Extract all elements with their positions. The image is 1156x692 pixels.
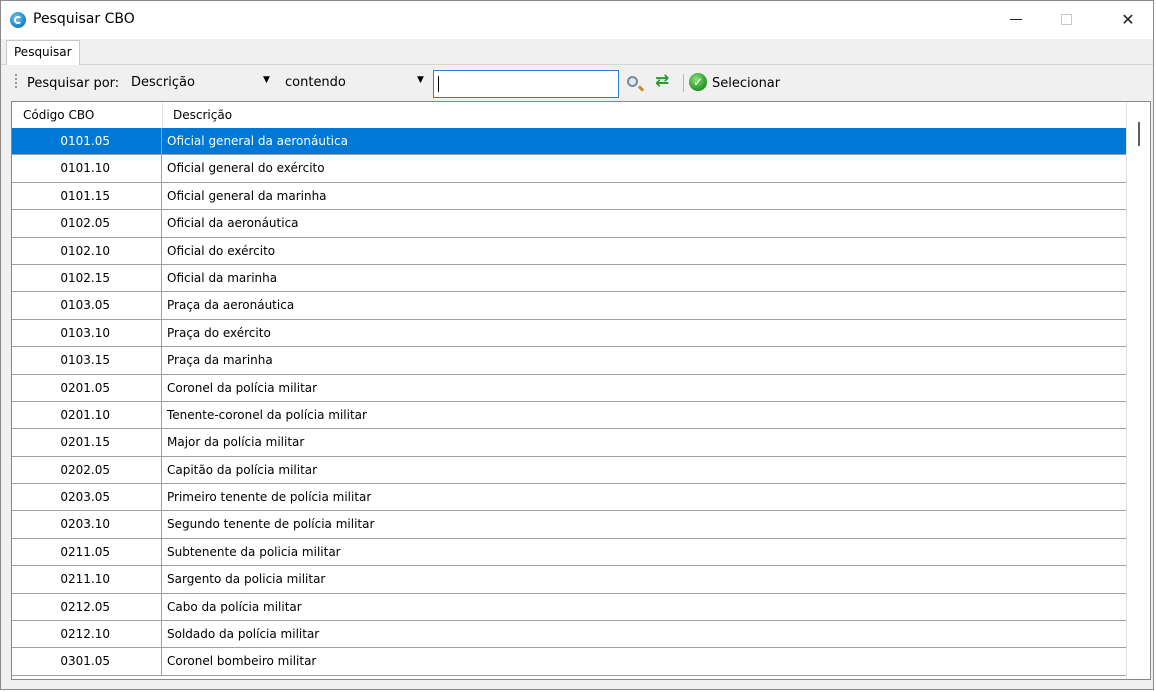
refresh-icon[interactable]: ⇄ (655, 73, 669, 90)
scrollbar-thumb[interactable] (1138, 122, 1140, 146)
table-row[interactable]: 0102.15 Oficial da marinha (12, 264, 1126, 293)
description-cell: Oficial general da marinha (167, 188, 327, 203)
chevron-down-icon: ▼ (417, 75, 424, 85)
description-cell: Oficial da marinha (167, 270, 278, 285)
table-row[interactable]: 0102.10 Oficial do exército (12, 237, 1126, 265)
description-cell: Soldado da polícia militar (167, 627, 320, 642)
table-row[interactable]: 0211.05 Subtenente da policia militar (12, 538, 1126, 567)
table-row[interactable]: 0102.05 Oficial da aeronáutica (12, 210, 1126, 238)
table-row[interactable]: 0301.05 Coronel bombeiro militar (12, 648, 1126, 676)
search-field-value: Descrição (131, 75, 195, 90)
table-row[interactable]: 0103.10 Praça do exército (12, 319, 1126, 348)
cbo-code-cell: 0201.10 (12, 401, 162, 429)
cbo-code-cell: 0202.05 (12, 456, 162, 484)
table-row[interactable]: 0101.05 Oficial general da aeronáutica (12, 128, 1126, 156)
table-row[interactable]: 0201.15 Major da polícia militar (12, 429, 1126, 457)
cbo-code-cell: 0211.05 (12, 538, 162, 566)
description-cell: Subtenente da policia militar (167, 544, 341, 559)
description-cell: Praça da aeronáutica (167, 298, 295, 313)
description-cell: Tenente-coronel da polícia militar (167, 407, 367, 422)
cbo-code-cell: 0212.05 (12, 593, 162, 621)
description-cell: Sargento da policia militar (167, 572, 326, 587)
cbo-code-cell: 0103.10 (12, 319, 162, 347)
description-cell: Major da polícia militar (167, 435, 305, 450)
maximize-button[interactable] (1043, 1, 1089, 39)
cbo-results-grid[interactable]: Código CBO Descrição 0101.05 Oficial gene… (11, 101, 1151, 680)
description-cell: Oficial da aeronáutica (167, 216, 299, 231)
cbo-code-cell: 0211.10 (12, 566, 162, 593)
minimize-icon (1010, 19, 1022, 20)
cbo-code-cell: 0203.05 (12, 484, 162, 511)
cbo-code-cell: 0301.05 (12, 648, 162, 675)
table-row[interactable]: 0103.05 Praça da aeronáutica (12, 292, 1126, 320)
search-field-dropdown[interactable]: Descrição ▼ (127, 73, 277, 94)
search-mode-value: contendo (285, 75, 346, 90)
cbo-code-cell: 0101.05 (12, 128, 162, 155)
search-input[interactable] (433, 70, 619, 98)
table-row[interactable]: 0203.10 Segundo tenente de polícia milita… (12, 511, 1126, 539)
table-row[interactable]: 0101.15 Oficial general da marinha (12, 182, 1126, 211)
cbo-code-cell: 0101.15 (12, 182, 162, 210)
text-caret (438, 76, 439, 92)
table-row[interactable]: 0201.10 Tenente-coronel da polícia milita… (12, 401, 1126, 430)
cbo-code-cell: 0103.15 (12, 347, 162, 374)
description-cell: Praça da marinha (167, 353, 273, 368)
table-row[interactable]: 0212.05 Cabo da polícia militar (12, 593, 1126, 622)
close-icon: ✕ (1121, 10, 1135, 29)
cbo-code-cell: 0102.15 (12, 264, 162, 292)
description-cell: Coronel bombeiro militar (167, 654, 317, 669)
close-button[interactable]: ✕ (1105, 1, 1151, 39)
table-row[interactable]: 0203.05 Primeiro tenente de polícia milit… (12, 484, 1126, 512)
column-header-code[interactable]: Código CBO (23, 102, 94, 128)
maximize-icon (1060, 14, 1072, 25)
description-cell: Coronel da polícia militar (167, 380, 318, 395)
description-cell: Praça do exército (167, 325, 271, 340)
check-icon[interactable]: ✓ (689, 73, 707, 91)
cbo-code-cell: 0101.10 (12, 155, 162, 182)
description-cell: Cabo da polícia militar (167, 599, 302, 614)
minimize-button[interactable] (993, 1, 1039, 39)
chevron-down-icon: ▼ (263, 75, 270, 85)
table-row[interactable]: 0103.15 Praça da marinha (12, 347, 1126, 375)
description-cell: Capitão da polícia militar (167, 462, 318, 477)
app-logo-icon (10, 12, 26, 28)
toolbar-grip[interactable] (15, 74, 17, 90)
select-button[interactable]: Selecionar (712, 76, 780, 91)
grid-header: Código CBO Descrição (12, 102, 1126, 129)
search-cbo-window: Pesquisar CBO ✕ Pesquisar Pesquisar por:… (0, 0, 1154, 690)
grid-rows: 0101.05 Oficial general da aeronáutica 010… (12, 128, 1126, 676)
toolbar-separator (683, 74, 684, 92)
description-cell: Oficial do exército (167, 243, 276, 258)
title-bar: Pesquisar CBO ✕ (1, 1, 1153, 39)
cbo-code-cell: 0203.10 (12, 511, 162, 538)
description-cell: Primeiro tenente de polícia militar (167, 490, 372, 505)
tab-pesquisar[interactable]: Pesquisar (6, 40, 80, 65)
cbo-code-cell: 0102.05 (12, 210, 162, 237)
cbo-code-cell: 0201.15 (12, 429, 162, 456)
table-row[interactable]: 0202.05 Capitão da polícia militar (12, 456, 1126, 485)
table-row[interactable]: 0201.05 Coronel da polícia militar (12, 374, 1126, 402)
description-cell: Segundo tenente de polícia militar (167, 517, 375, 532)
cbo-code-cell: 0103.05 (12, 292, 162, 319)
column-divider[interactable] (162, 102, 163, 128)
table-row[interactable]: 0101.10 Oficial general do exército (12, 155, 1126, 183)
description-cell: Oficial general da aeronáutica (167, 134, 348, 148)
search-icon[interactable] (627, 76, 638, 87)
cbo-code-cell: 0102.10 (12, 237, 162, 264)
tab-strip: Pesquisar (1, 39, 1153, 65)
vertical-scrollbar[interactable] (1126, 102, 1150, 679)
search-by-label: Pesquisar por: (27, 76, 120, 91)
table-row[interactable]: 0212.10 Soldado da polícia militar (12, 621, 1126, 649)
cbo-code-cell: 0212.10 (12, 621, 162, 648)
description-cell: Oficial general do exército (167, 161, 325, 176)
table-row[interactable]: 0211.10 Sargento da policia militar (12, 566, 1126, 594)
cbo-code-cell: 0201.05 (12, 374, 162, 401)
search-mode-dropdown[interactable]: contendo ▼ (281, 73, 431, 94)
search-toolbar: Pesquisar por: Descrição ▼ contendo ▼ ⇄ … (1, 65, 1153, 101)
column-header-description[interactable]: Descrição (173, 102, 232, 128)
window-title: Pesquisar CBO (33, 11, 135, 27)
